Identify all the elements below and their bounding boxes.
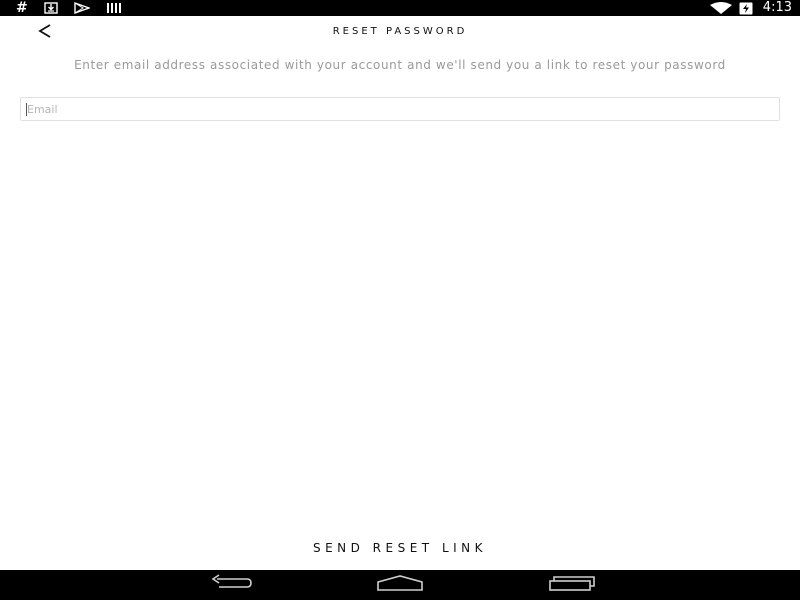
navigation-bar (0, 570, 800, 600)
home-nav-button[interactable] (370, 570, 430, 600)
status-bar-system: 4:13 (709, 0, 792, 16)
recents-nav-button[interactable] (542, 570, 602, 600)
signal-bars-icon (106, 0, 122, 16)
email-field-container (20, 97, 780, 121)
play-store-icon (74, 0, 90, 16)
back-nav-icon (207, 574, 253, 596)
hash-icon: # (16, 0, 28, 16)
download-icon (44, 0, 58, 16)
reset-password-screen: # 4:13 RESET PASSWORD Enter email addres… (0, 0, 800, 600)
email-field[interactable] (21, 98, 779, 121)
send-reset-link-button[interactable]: SEND RESET LINK (200, 536, 600, 560)
status-bar-time: 4:13 (762, 0, 792, 15)
instructions-text: Enter email address associated with your… (74, 58, 726, 72)
page-title: RESET PASSWORD (332, 26, 468, 37)
status-bar-notifications: # (16, 0, 122, 16)
battery-charging-icon (739, 0, 753, 16)
text-cursor (26, 103, 27, 116)
recents-nav-icon (548, 575, 596, 595)
status-bar: # 4:13 (0, 0, 800, 16)
wifi-icon (709, 0, 733, 16)
home-nav-icon (376, 575, 424, 595)
back-nav-button[interactable] (200, 570, 260, 600)
